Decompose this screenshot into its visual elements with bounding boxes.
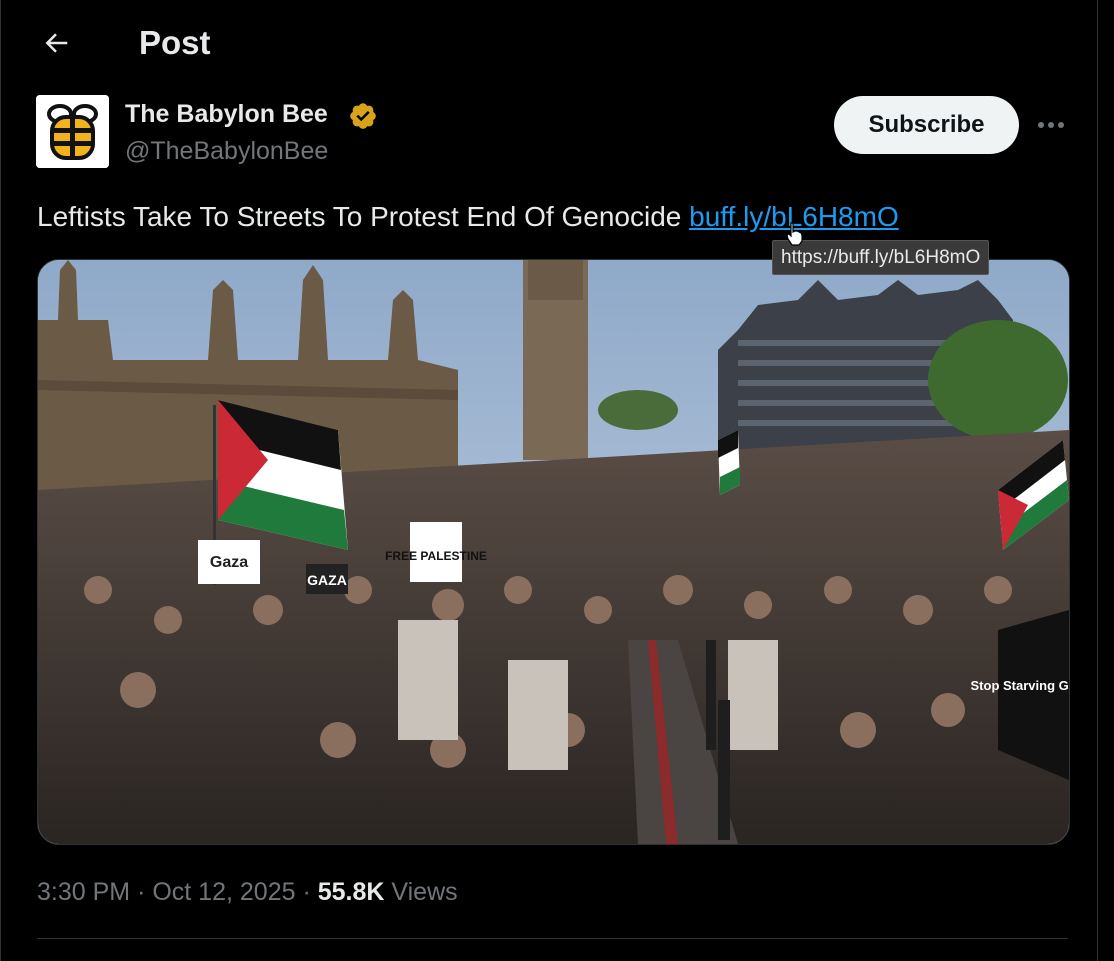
more-options-button[interactable] — [1030, 106, 1072, 144]
bee-logo-icon — [36, 95, 109, 168]
hand-cursor-icon — [786, 222, 803, 246]
arrow-left-icon — [45, 33, 68, 53]
tweet-text: Leftists Take To Streets To Protest End … — [37, 198, 899, 236]
post-header: Post — [0, 0, 1097, 86]
sign-gaza-small: GAZA — [307, 572, 347, 588]
avatar[interactable] — [36, 95, 109, 168]
sign-gaza: Gaza — [210, 554, 248, 571]
post-meta: 3:30 PM · Oct 12, 2025 · 55.8K Views — [37, 875, 458, 909]
divider — [37, 938, 1068, 939]
page-title: Post — [139, 24, 211, 61]
sign-stop-starving-gaza: Stop Starving GAZA — [971, 678, 1069, 693]
back-button[interactable] — [36, 23, 76, 63]
link-tooltip: https://buff.ly/bL6H8mO — [772, 240, 990, 275]
column-border-left — [0, 0, 1, 961]
column-border-right — [1097, 0, 1098, 961]
meta-separator-2: · — [302, 878, 311, 906]
meta-separator: · — [137, 878, 146, 906]
author-handle[interactable]: @TheBabylonBee — [125, 135, 328, 167]
sign-free-palestine: FREE PALESTINE — [385, 549, 487, 563]
post-time[interactable]: 3:30 PM — [37, 878, 130, 906]
post-image[interactable]: Gaza FREE PALESTINE GAZA Stop Starving G… — [37, 259, 1070, 845]
subscribe-button[interactable]: Subscribe — [834, 96, 1019, 154]
more-options-icon — [1038, 122, 1064, 128]
tweet-body: Leftists Take To Streets To Protest End … — [37, 201, 682, 232]
views-count: 55.8K — [317, 878, 385, 906]
protest-photo: Gaza FREE PALESTINE GAZA Stop Starving G… — [38, 260, 1069, 844]
post-date[interactable]: Oct 12, 2025 — [152, 878, 295, 906]
views-label: Views — [391, 878, 458, 906]
post-page: Post The Babylon Bee @TheBabylonBee Subs… — [0, 0, 1114, 961]
author-name[interactable]: The Babylon Bee — [125, 98, 328, 130]
verified-badge-icon[interactable] — [347, 101, 379, 131]
